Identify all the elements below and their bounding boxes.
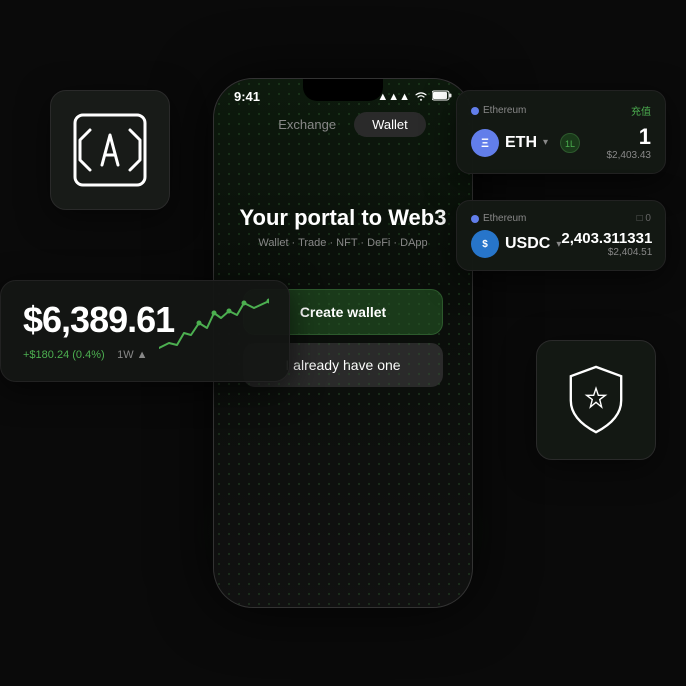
phone-notch xyxy=(303,79,383,101)
usdc-dot xyxy=(471,215,479,223)
usdc-token-row: $ USDC ▾ 2,403.311331 $2,404.51 xyxy=(471,230,651,258)
eth-token-icon: Ξ xyxy=(471,129,499,157)
eth-top-right: 充值 xyxy=(631,103,651,118)
balance-period: 1W ▲ xyxy=(117,349,147,361)
eth-dropdown-arrow[interactable]: ▾ xyxy=(543,137,548,148)
status-time: 9:41 xyxy=(234,89,260,104)
card-balance: $6,389.61 +$180.24 (0.4%) 1W ▲ xyxy=(0,280,290,382)
scene: 9:41 ▲▲▲ xyxy=(0,0,686,686)
eth-token-row: Ξ ETH ▾ 1L 1 $2,403.43 xyxy=(471,124,651,161)
card-shield xyxy=(536,340,656,460)
eth-chain-label: Ethereum xyxy=(471,105,526,116)
usdc-usd: $2,404.51 xyxy=(561,247,652,258)
battery-icon xyxy=(432,90,452,104)
balance-change: +$180.24 (0.4%) xyxy=(23,349,105,361)
tab-wallet[interactable]: Wallet xyxy=(354,112,426,137)
mini-chart-area xyxy=(159,293,269,363)
eth-usd: $2,403.43 xyxy=(607,150,652,161)
signal-icon: ▲▲▲ xyxy=(377,91,410,103)
usdc-token-icon: $ xyxy=(471,230,499,258)
usdc-token-name: USDC xyxy=(505,235,550,253)
card-eth: Ethereum 充值 Ξ ETH ▾ 1L 1 $2,403.43 xyxy=(456,90,666,174)
status-icons: ▲▲▲ xyxy=(377,90,452,104)
usdc-amount: 2,403.311331 xyxy=(561,230,652,247)
phone-tabs: Exchange Wallet xyxy=(214,108,472,145)
wifi-icon xyxy=(414,90,428,104)
eth-amount: 1 xyxy=(607,124,652,150)
card-usdc: Ethereum □ 0 $ USDC ▾ 2,403.311331 $2,40… xyxy=(456,200,666,271)
hero-title: Your portal to Web3 xyxy=(214,205,472,231)
eth-dot xyxy=(471,107,479,115)
eth-token-name: ETH xyxy=(505,134,537,152)
usdc-top-right: □ 0 xyxy=(637,213,651,224)
hero-section: Your portal to Web3 Wallet · Trade · NFT… xyxy=(214,145,472,269)
eth-swap-badge[interactable]: 1L xyxy=(560,133,580,153)
card-crypto-icon xyxy=(50,90,170,210)
hero-subtitle: Wallet · Trade · NFT · DeFi · DApp xyxy=(214,237,472,249)
tab-exchange[interactable]: Exchange xyxy=(260,112,354,137)
usdc-chain-label: Ethereum xyxy=(471,213,526,224)
